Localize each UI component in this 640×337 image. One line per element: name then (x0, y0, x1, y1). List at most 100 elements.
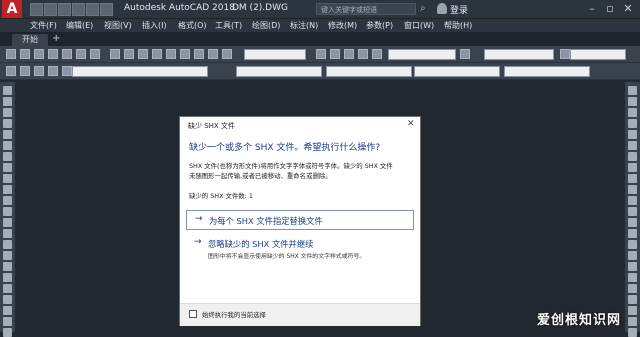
draw-tool-icon[interactable] (3, 108, 12, 117)
menu-file[interactable]: 文件(F) (30, 20, 57, 31)
search-input[interactable]: 键入关键字或短语 (316, 3, 416, 15)
maximize-icon[interactable]: ▫ (602, 2, 618, 16)
modify-tool-icon[interactable] (628, 262, 637, 271)
toolbar-tool-icon[interactable] (372, 49, 382, 59)
draw-tool-icon[interactable] (3, 240, 12, 249)
toolbar-tool-icon[interactable] (152, 49, 162, 59)
layer-tool-icon[interactable] (48, 66, 58, 76)
menu-draw[interactable]: 绘图(D) (252, 20, 280, 31)
color-dropdown[interactable] (236, 66, 322, 77)
plot-icon[interactable] (86, 3, 99, 16)
draw-tool-icon[interactable] (3, 306, 12, 315)
table-style-dropdown[interactable] (484, 49, 554, 60)
dialog-close-icon[interactable]: ✕ (407, 119, 415, 129)
layer-dropdown[interactable] (72, 66, 208, 77)
ignore-missing-option[interactable]: → 忽略缺少的 SHX 文件并继续 图形中将不会显示使用缺少的 SHX 文件的文… (186, 237, 414, 265)
toolbar-tool-icon[interactable] (358, 49, 368, 59)
menu-edit[interactable]: 编辑(E) (66, 20, 93, 31)
toolbar-tool-icon[interactable] (20, 49, 30, 59)
draw-tool-icon[interactable] (3, 295, 12, 304)
save-as-icon[interactable] (72, 3, 85, 16)
autocad-logo-icon[interactable]: A (2, 0, 22, 18)
layer-tool-icon[interactable] (20, 66, 30, 76)
draw-tool-icon[interactable] (3, 119, 12, 128)
open-file-icon[interactable] (44, 3, 57, 16)
modify-tool-icon[interactable] (628, 295, 637, 304)
menu-tools[interactable]: 工具(T) (215, 20, 242, 31)
modify-tool-icon[interactable] (628, 251, 637, 260)
draw-tool-icon[interactable] (3, 218, 12, 227)
modify-tool-icon[interactable] (628, 317, 637, 326)
menu-format[interactable]: 格式(O) (178, 20, 207, 31)
draw-tool-icon[interactable] (3, 174, 12, 183)
menu-insert[interactable]: 插入(I) (142, 20, 167, 31)
modify-tool-icon[interactable] (628, 119, 637, 128)
draw-tool-icon[interactable] (3, 262, 12, 271)
linetype-dropdown[interactable] (326, 66, 412, 77)
login-link[interactable]: 登录 (450, 3, 468, 16)
layer-tool-icon[interactable] (62, 66, 72, 76)
toolbar-tool-icon[interactable] (180, 49, 190, 59)
menu-modify[interactable]: 修改(M) (328, 20, 357, 31)
toolbar-tool-icon[interactable] (62, 49, 72, 59)
draw-tool-icon[interactable] (3, 328, 12, 337)
toolbar-tool-icon[interactable] (110, 49, 120, 59)
draw-tool-icon[interactable] (3, 141, 12, 150)
modify-tool-icon[interactable] (628, 108, 637, 117)
menu-help[interactable]: 帮助(H) (444, 20, 472, 31)
toolbar-tool-icon[interactable] (222, 49, 232, 59)
new-file-icon[interactable] (30, 3, 43, 16)
specify-replacement-option[interactable]: → 为每个 SHX 文件指定替换文件 (186, 210, 414, 230)
modify-tool-icon[interactable] (628, 218, 637, 227)
toolbar-tool-icon[interactable] (76, 49, 86, 59)
toolbar-tool-icon[interactable] (90, 49, 100, 59)
modify-tool-icon[interactable] (628, 174, 637, 183)
draw-tool-icon[interactable] (3, 317, 12, 326)
toolbar-tool-icon[interactable] (330, 49, 340, 59)
toolbar-tool-icon[interactable] (208, 49, 218, 59)
plotstyle-dropdown[interactable] (504, 66, 590, 77)
draw-tool-icon[interactable] (3, 86, 12, 95)
modify-tool-icon[interactable] (628, 97, 637, 106)
modify-tool-icon[interactable] (628, 196, 637, 205)
always-do-checkbox[interactable] (189, 310, 197, 318)
save-icon[interactable] (58, 3, 71, 16)
minimize-icon[interactable]: – (584, 2, 600, 16)
new-tab-icon[interactable]: + (52, 33, 60, 44)
toolbar-tool-icon[interactable] (138, 49, 148, 59)
modify-tool-icon[interactable] (628, 229, 637, 238)
layer-tool-icon[interactable] (6, 66, 16, 76)
modify-tool-icon[interactable] (628, 141, 637, 150)
menu-window[interactable]: 窗口(W) (404, 20, 434, 31)
draw-tool-icon[interactable] (3, 185, 12, 194)
layer-tool-icon[interactable] (34, 66, 44, 76)
dimension-style-dropdown[interactable] (388, 49, 456, 60)
text-style-dropdown[interactable] (244, 49, 306, 60)
toolbar-tool-icon[interactable] (194, 49, 204, 59)
toolbar-tool-icon[interactable] (316, 49, 326, 59)
search-icon[interactable]: ⌕ (420, 3, 431, 14)
lineweight-dropdown[interactable] (414, 66, 500, 77)
draw-tool-icon[interactable] (3, 130, 12, 139)
draw-tool-icon[interactable] (3, 284, 12, 293)
tab-start[interactable]: 开始 (12, 34, 48, 46)
draw-tool-icon[interactable] (3, 97, 12, 106)
modify-tool-icon[interactable] (628, 306, 637, 315)
multileader-style-dropdown[interactable] (570, 49, 626, 60)
draw-tool-icon[interactable] (3, 229, 12, 238)
toolbar-tool-icon[interactable] (6, 49, 16, 59)
draw-tool-icon[interactable] (3, 152, 12, 161)
modify-tool-icon[interactable] (628, 86, 637, 95)
modify-tool-icon[interactable] (628, 185, 637, 194)
modify-tool-icon[interactable] (628, 328, 637, 337)
menu-parametric[interactable]: 参数(P) (366, 20, 393, 31)
modify-tool-icon[interactable] (628, 207, 637, 216)
draw-tool-icon[interactable] (3, 207, 12, 216)
toolbar-tool-icon[interactable] (166, 49, 176, 59)
draw-tool-icon[interactable] (3, 251, 12, 260)
draw-tool-icon[interactable] (3, 196, 12, 205)
modify-tool-icon[interactable] (628, 240, 637, 249)
close-icon[interactable]: ✕ (620, 2, 636, 16)
modify-tool-icon[interactable] (628, 130, 637, 139)
modify-tool-icon[interactable] (628, 163, 637, 172)
